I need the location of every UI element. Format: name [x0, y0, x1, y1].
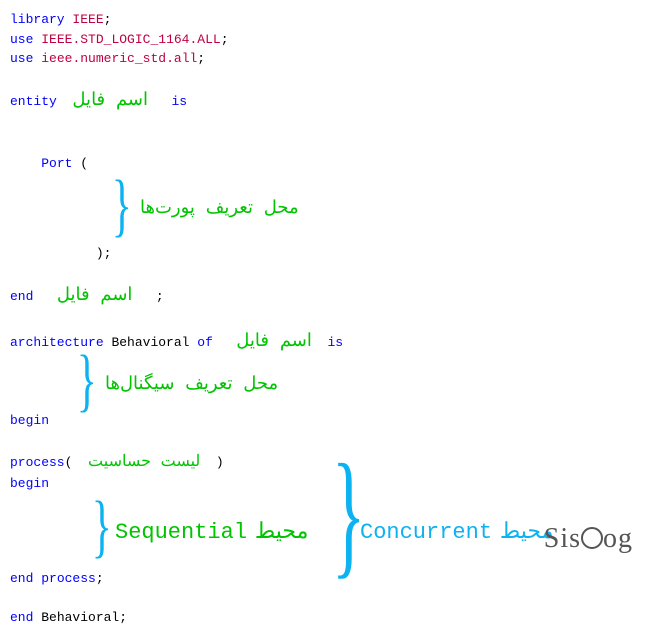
ports-block: } محل تعریف پورت‌ها: [10, 174, 643, 244]
code-line-port: Port (: [10, 154, 643, 174]
code-line-begin: begin: [10, 411, 643, 431]
code-line-2: use IEEE.STD_LOGIC_1164.ALL;: [10, 30, 643, 50]
kw-begin2: begin: [10, 476, 49, 491]
code-line-3: use ieee.numeric_std.all;: [10, 49, 643, 69]
kw-library: library: [10, 12, 65, 27]
lib-numeric: ieee.numeric_std.all: [41, 51, 197, 66]
annot-sensitivity: لیست حساسیت: [88, 453, 200, 471]
blank-line: [10, 431, 643, 451]
blank-line: [10, 588, 643, 608]
signals-block: } محل تعریف سیگنال‌ها: [10, 356, 643, 411]
kw-process: process: [10, 455, 65, 470]
blank-line: [10, 115, 643, 135]
lib-ieee: IEEE: [72, 12, 103, 27]
ident-behavioral: Behavioral: [111, 335, 189, 350]
annot-filename-3: اسم فایل: [236, 332, 312, 352]
annot-signals: محل تعریف سیگنال‌ها: [105, 372, 278, 399]
watermark-part1: Sis: [544, 523, 581, 554]
kw-is2: is: [328, 335, 344, 350]
kw-process2: process: [41, 571, 96, 586]
kw-end2: end: [10, 571, 33, 586]
blank-line: [10, 135, 643, 155]
kw-begin: begin: [10, 413, 49, 428]
kw-of: of: [197, 335, 213, 350]
code-line-process: process( لیست حساسیت ): [10, 450, 643, 474]
kw-use: use: [10, 32, 33, 47]
annot-filename-1: اسم فایل: [72, 91, 148, 111]
watermark-circle-icon: [581, 527, 603, 549]
open-paren: (: [80, 156, 88, 171]
code-line-1: library IEEE;: [10, 10, 643, 30]
kw-is: is: [171, 94, 187, 109]
kw-use2: use: [10, 51, 33, 66]
blank-line: [10, 69, 643, 89]
watermark-part2: og: [603, 523, 633, 554]
kw-entity: entity: [10, 94, 57, 109]
code-line-endarch: end Behavioral;: [10, 608, 643, 627]
code-line-endentity: end اسم فایل ;: [10, 283, 643, 310]
annot-ports: محل تعریف پورت‌ها: [140, 196, 299, 223]
close-paren: ): [96, 246, 104, 261]
code-line-entity: entity اسم فایل is: [10, 88, 643, 115]
blank-line: [10, 263, 643, 283]
annot-sequential: Sequential محیط: [115, 516, 308, 549]
semi: ;: [104, 12, 112, 27]
ident-behavioral2: Behavioral: [41, 610, 119, 625]
watermark-sisoog: Sisog: [544, 518, 633, 560]
annot-concurrent: Concurrent محیط: [360, 516, 553, 549]
code-line-endprocess: end process;: [10, 569, 643, 589]
blank-line: [10, 310, 643, 330]
kw-end3: end: [10, 610, 33, 625]
code-line-close-port: );: [10, 244, 643, 264]
kw-end: end: [10, 289, 33, 304]
code-line-arch: architecture Behavioral of اسم فایل is: [10, 329, 643, 356]
annot-filename-2: اسم فایل: [57, 286, 133, 306]
lib-stdlogic: IEEE.STD_LOGIC_1164.ALL: [41, 32, 220, 47]
kw-port: Port: [41, 156, 72, 171]
